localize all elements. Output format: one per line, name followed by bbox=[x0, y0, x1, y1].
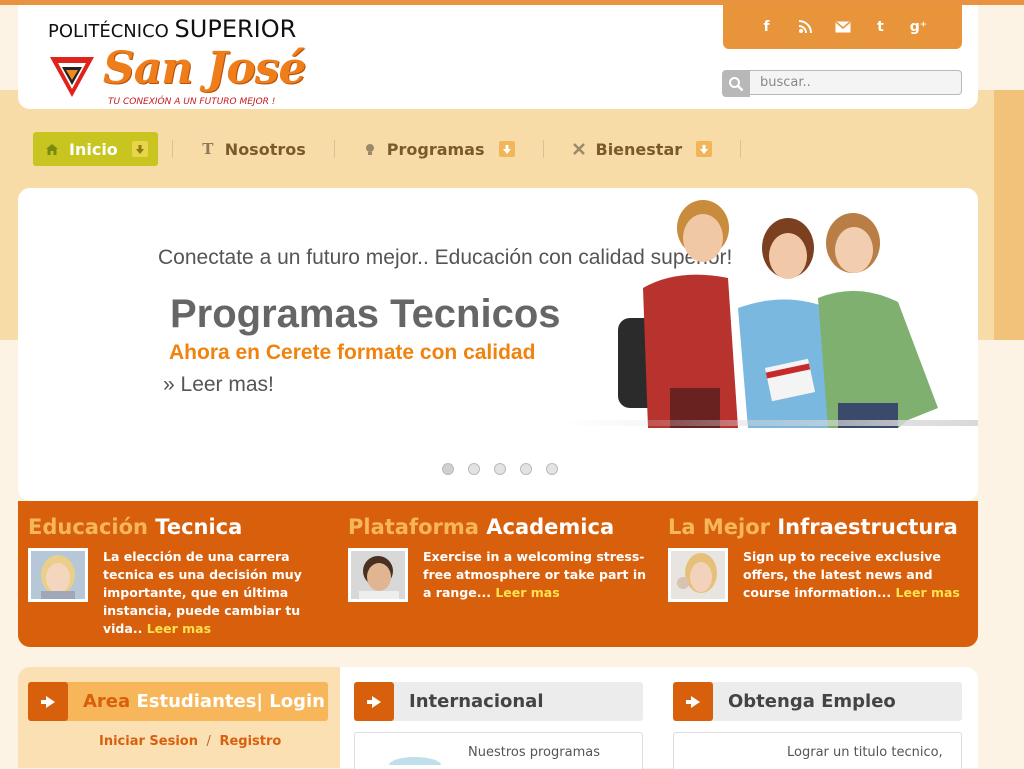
nav-item-bienestar[interactable]: Bienestar bbox=[558, 132, 727, 166]
nav-label-programas: Programas bbox=[386, 139, 485, 159]
main-nav: Inicio T Nosotros Programas Bienestar bbox=[33, 132, 755, 166]
play-arrow-icon bbox=[354, 682, 394, 721]
rss-icon[interactable] bbox=[795, 17, 815, 37]
logo-top-small: POLITÉCNICO bbox=[48, 21, 169, 42]
chevron-down-icon[interactable] bbox=[498, 141, 515, 157]
feature-infraestructura: La Mejor Infraestructura Sign up to rece… bbox=[668, 515, 968, 602]
nav-item-nosotros[interactable]: T Nosotros bbox=[187, 132, 320, 166]
chevron-down-icon[interactable] bbox=[131, 141, 148, 157]
internacional-title: Internacional bbox=[409, 691, 544, 712]
feature-title[interactable]: La Mejor Infraestructura bbox=[668, 515, 968, 539]
students-header-label: Area Estudiantes| Login bbox=[83, 691, 325, 712]
feature-read-more-link[interactable]: Leer mas bbox=[495, 585, 559, 600]
nav-item-programas[interactable]: Programas bbox=[349, 132, 529, 166]
login-link[interactable]: Iniciar Sesion bbox=[99, 734, 198, 749]
empleo-body: Lograr un titulo tecnico, bbox=[673, 732, 962, 769]
feature-title-highlight: La Mejor bbox=[668, 515, 770, 539]
play-arrow-icon bbox=[673, 682, 713, 721]
feature-title-rest: Tecnica bbox=[155, 515, 243, 539]
students-login-header[interactable]: Area Estudiantes| Login bbox=[28, 682, 328, 721]
slider-dot-2[interactable] bbox=[468, 463, 480, 475]
feature-description: La elección de una carrera tecnica es un… bbox=[103, 548, 328, 638]
hero-slider[interactable]: Conectate a un futuro mejor.. Educación … bbox=[18, 188, 978, 501]
empleo-header[interactable]: Obtenga Empleo bbox=[673, 682, 962, 721]
social-bar: f t g⁺ bbox=[723, 5, 962, 49]
slider-dot-3[interactable] bbox=[494, 463, 506, 475]
logo-name: San José bbox=[103, 43, 307, 94]
slider-dot-1[interactable] bbox=[442, 463, 454, 475]
link-separator: / bbox=[206, 734, 211, 749]
feature-thumbnail[interactable] bbox=[668, 548, 728, 602]
hero-read-more-link[interactable]: » Leer mas! bbox=[163, 373, 274, 397]
logo-institution: POLITÉCNICO SUPERIOR bbox=[48, 15, 296, 43]
email-icon[interactable] bbox=[833, 17, 853, 37]
students-title-highlight: Area bbox=[83, 691, 131, 712]
feature-title-rest: Infraestructura bbox=[777, 515, 958, 539]
nav-divider bbox=[333, 140, 335, 158]
internacional-header[interactable]: Internacional bbox=[354, 682, 643, 721]
feature-title-highlight: Educación bbox=[28, 515, 148, 539]
search-input[interactable] bbox=[750, 70, 962, 95]
search-button[interactable] bbox=[722, 70, 750, 97]
slider-dot-5[interactable] bbox=[546, 463, 558, 475]
internacional-body: Nuestros programas bbox=[354, 732, 643, 769]
chevron-down-icon[interactable] bbox=[696, 141, 713, 157]
students-photo bbox=[618, 200, 938, 428]
feature-description: Sign up to receive exclusive offers, the… bbox=[743, 548, 968, 602]
search-box bbox=[722, 70, 962, 97]
logo-emblem-icon bbox=[50, 57, 94, 97]
feature-plataforma: Plataforma Academica Exercise in a welco… bbox=[348, 515, 648, 602]
home-icon bbox=[45, 142, 59, 156]
tools-icon bbox=[572, 142, 586, 156]
feature-educacion: Educación Tecnica La elección de una car… bbox=[28, 515, 328, 636]
hero-title: Programas Tecnicos bbox=[170, 292, 561, 336]
nav-label-bienestar: Bienestar bbox=[595, 139, 683, 159]
background-side-band bbox=[994, 90, 1024, 340]
logo-tagline: TU CONEXIÓN A UN FUTURO MEJOR ! bbox=[108, 97, 276, 107]
feature-title-highlight: Plataforma bbox=[348, 515, 479, 539]
features-band: Educación Tecnica La elección de una car… bbox=[18, 501, 978, 647]
play-arrow-icon bbox=[28, 682, 68, 721]
feature-read-more-link[interactable]: Leer mas bbox=[896, 585, 960, 600]
google-plus-icon[interactable]: g⁺ bbox=[909, 17, 929, 37]
nav-label-nosotros: Nosotros bbox=[224, 139, 306, 159]
empleo-title: Obtenga Empleo bbox=[728, 691, 896, 712]
text-t-icon: T bbox=[202, 140, 214, 158]
feature-thumbnail[interactable] bbox=[28, 548, 88, 602]
feature-read-more-link[interactable]: Leer mas bbox=[147, 621, 211, 636]
globe-icon bbox=[389, 757, 441, 765]
feature-thumbnail[interactable] bbox=[348, 548, 408, 602]
lightbulb-icon bbox=[363, 142, 377, 156]
students-auth-links: Iniciar Sesion / Registro bbox=[99, 734, 281, 749]
nav-label-inicio: Inicio bbox=[69, 139, 118, 159]
slider-pagination bbox=[442, 463, 558, 475]
internacional-text: Nuestros programas bbox=[468, 745, 600, 760]
logo-top-big: SUPERIOR bbox=[174, 15, 297, 43]
nav-divider bbox=[171, 140, 173, 158]
nav-divider bbox=[542, 140, 544, 158]
feature-title[interactable]: Educación Tecnica bbox=[28, 515, 328, 539]
nav-divider bbox=[740, 140, 742, 158]
feature-title[interactable]: Plataforma Academica bbox=[348, 515, 648, 539]
hero-subtitle: Ahora en Cerete formate con calidad bbox=[169, 341, 536, 364]
feature-description: Exercise in a welcoming stress-free atmo… bbox=[423, 548, 648, 602]
facebook-icon[interactable]: f bbox=[757, 17, 777, 37]
hero-floor-shadow bbox=[558, 420, 978, 426]
site-logo[interactable]: POLITÉCNICO SUPERIOR San José TU CONEXIÓ… bbox=[48, 15, 307, 107]
feature-title-rest: Academica bbox=[486, 515, 615, 539]
empleo-text: Lograr un titulo tecnico, bbox=[787, 745, 943, 760]
slider-dot-4[interactable] bbox=[520, 463, 532, 475]
register-link[interactable]: Registro bbox=[219, 734, 281, 749]
nav-item-inicio[interactable]: Inicio bbox=[33, 132, 158, 166]
students-title-rest: Estudiantes| Login bbox=[136, 691, 325, 712]
search-icon bbox=[729, 76, 744, 91]
twitter-icon[interactable]: t bbox=[871, 17, 891, 37]
